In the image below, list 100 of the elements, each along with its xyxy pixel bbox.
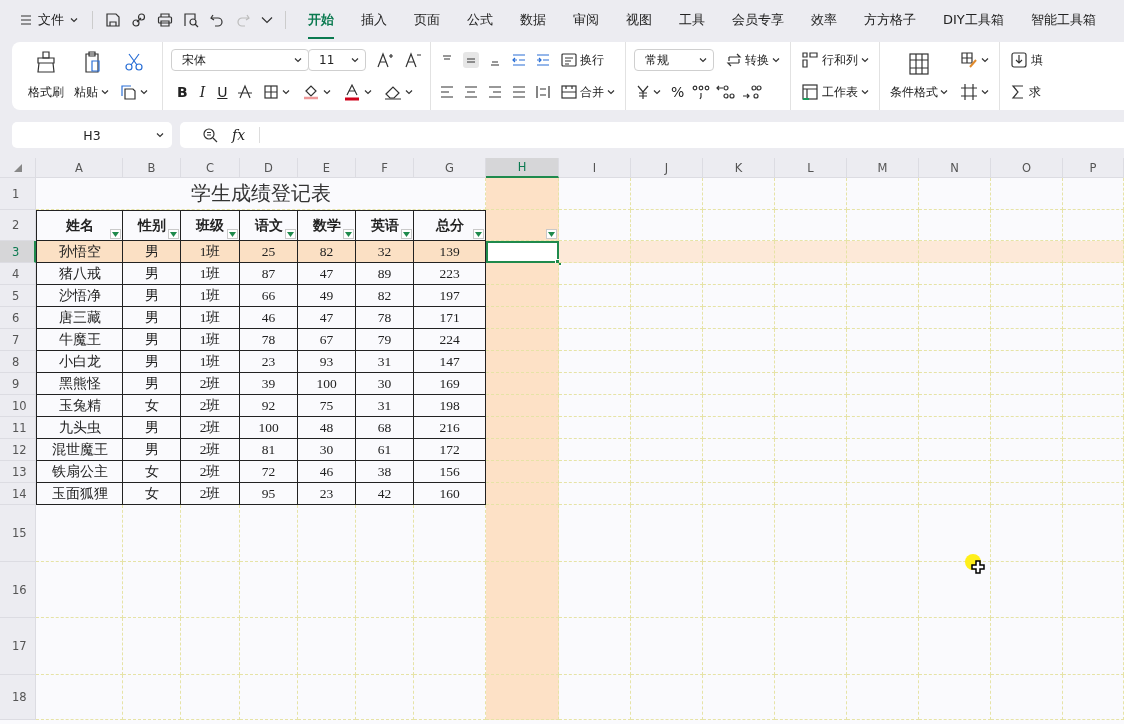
row-header[interactable]: 7 xyxy=(0,329,36,351)
empty-cell[interactable] xyxy=(356,562,414,618)
empty-cell[interactable] xyxy=(847,178,919,210)
empty-cell[interactable] xyxy=(1063,351,1124,373)
table-cell[interactable]: 78 xyxy=(240,329,298,351)
table-cell[interactable]: 2班 xyxy=(181,461,240,483)
table-cell[interactable]: 79 xyxy=(356,329,414,351)
caret-icon[interactable] xyxy=(981,89,989,95)
empty-cell[interactable] xyxy=(847,373,919,395)
table-cell[interactable]: 铁扇公主 xyxy=(36,461,123,483)
conditional-format-button[interactable]: 条件格式 xyxy=(888,51,950,101)
empty-cell[interactable] xyxy=(775,439,847,461)
ribbon-tab[interactable]: 视图 xyxy=(626,1,652,39)
table-cell[interactable]: 23 xyxy=(298,483,356,505)
empty-cell[interactable] xyxy=(1063,329,1124,351)
empty-cell[interactable] xyxy=(847,263,919,285)
empty-cell[interactable] xyxy=(631,483,703,505)
empty-cell[interactable] xyxy=(631,329,703,351)
table-cell[interactable]: 31 xyxy=(356,395,414,417)
save-icon[interactable] xyxy=(105,12,121,28)
increase-indent-icon[interactable] xyxy=(535,52,551,68)
empty-cell[interactable] xyxy=(486,505,559,562)
empty-cell[interactable] xyxy=(847,618,919,675)
empty-cell[interactable] xyxy=(775,562,847,618)
empty-cell[interactable] xyxy=(991,307,1063,329)
empty-cell[interactable] xyxy=(486,285,559,307)
empty-cell[interactable] xyxy=(240,618,298,675)
empty-cell[interactable] xyxy=(123,675,181,720)
empty-cell[interactable] xyxy=(775,505,847,562)
table-cell[interactable]: 2班 xyxy=(181,417,240,439)
rows-and-columns-button[interactable]: 行和列 xyxy=(799,49,871,71)
convert-button[interactable]: 转换 xyxy=(724,49,782,71)
table-cell[interactable]: 2班 xyxy=(181,483,240,505)
empty-cell[interactable] xyxy=(919,461,991,483)
table-cell[interactable]: 2班 xyxy=(181,395,240,417)
empty-cell[interactable] xyxy=(298,505,356,562)
table-cell[interactable]: 30 xyxy=(356,373,414,395)
caret-icon[interactable] xyxy=(607,89,615,95)
cell-border-button[interactable] xyxy=(958,81,991,103)
table-cell[interactable]: 牛魔王 xyxy=(36,329,123,351)
empty-cell[interactable] xyxy=(298,618,356,675)
font-name-select[interactable]: 宋体 xyxy=(171,49,309,71)
empty-cell[interactable] xyxy=(356,505,414,562)
column-header[interactable]: H xyxy=(486,158,559,178)
more-icon[interactable] xyxy=(261,16,273,24)
table-cell[interactable]: 39 xyxy=(240,373,298,395)
sum-button[interactable]: 求 xyxy=(1008,81,1045,103)
empty-cell[interactable] xyxy=(631,263,703,285)
table-cell[interactable]: 黑熊怪 xyxy=(36,373,123,395)
column-header[interactable]: D xyxy=(240,158,298,178)
table-cell[interactable]: 82 xyxy=(298,241,356,263)
column-header[interactable]: K xyxy=(703,158,775,178)
ribbon-tab[interactable]: 方方格子 xyxy=(864,1,916,39)
column-header[interactable]: P xyxy=(1063,158,1124,178)
empty-cell[interactable] xyxy=(356,675,414,720)
empty-cell[interactable] xyxy=(356,618,414,675)
empty-cell[interactable] xyxy=(1063,562,1124,618)
table-cell[interactable]: 100 xyxy=(298,373,356,395)
empty-cell[interactable] xyxy=(703,618,775,675)
copy-icon[interactable] xyxy=(119,83,137,101)
borders-icon[interactable] xyxy=(263,84,280,100)
empty-cell[interactable] xyxy=(486,618,559,675)
worksheet-icon[interactable] xyxy=(801,83,819,101)
empty-cell[interactable] xyxy=(298,675,356,720)
currency-icon[interactable] xyxy=(636,84,650,100)
empty-cell[interactable] xyxy=(1063,417,1124,439)
empty-cell[interactable] xyxy=(703,351,775,373)
ribbon-tab[interactable]: 插入 xyxy=(361,1,387,39)
table-cell[interactable]: 139 xyxy=(414,241,486,263)
empty-cell[interactable] xyxy=(1063,675,1124,720)
empty-cell[interactable] xyxy=(919,351,991,373)
table-cell[interactable]: 沙悟净 xyxy=(36,285,123,307)
table-cell[interactable]: 女 xyxy=(123,461,181,483)
caret-icon[interactable] xyxy=(861,57,869,63)
table-cell[interactable]: 31 xyxy=(356,351,414,373)
empty-cell[interactable] xyxy=(919,373,991,395)
row-header[interactable]: 2 xyxy=(0,210,36,241)
ribbon-tab[interactable]: 工具 xyxy=(679,1,705,39)
table-cell[interactable]: 38 xyxy=(356,461,414,483)
empty-cell[interactable] xyxy=(847,675,919,720)
table-cell[interactable]: 61 xyxy=(356,439,414,461)
conditional-format-icon[interactable] xyxy=(907,51,931,76)
caret-icon[interactable] xyxy=(653,89,661,95)
table-cell[interactable]: 89 xyxy=(356,263,414,285)
empty-cell[interactable] xyxy=(991,483,1063,505)
empty-cell[interactable] xyxy=(486,562,559,618)
table-cell[interactable]: 82 xyxy=(356,285,414,307)
row-header[interactable]: 13 xyxy=(0,461,36,483)
table-cell[interactable]: 男 xyxy=(123,417,181,439)
empty-cell[interactable] xyxy=(847,351,919,373)
row-header[interactable]: 15 xyxy=(0,505,36,562)
empty-cell[interactable] xyxy=(631,417,703,439)
empty-cell[interactable] xyxy=(703,461,775,483)
convert-icon[interactable] xyxy=(726,52,742,68)
empty-cell[interactable] xyxy=(919,285,991,307)
empty-cell[interactable] xyxy=(123,618,181,675)
print-icon[interactable] xyxy=(157,12,173,28)
table-cell[interactable]: 猪八戒 xyxy=(36,263,123,285)
filter-button[interactable] xyxy=(227,229,238,239)
row-header[interactable]: 12 xyxy=(0,439,36,461)
